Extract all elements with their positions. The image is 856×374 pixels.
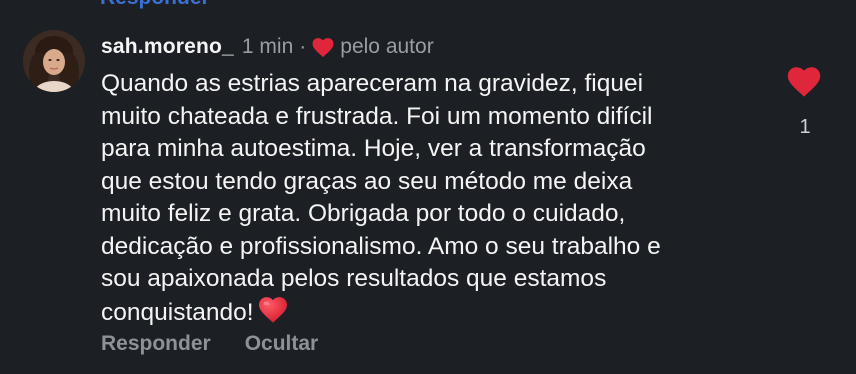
heart-filled-icon[interactable]	[787, 67, 821, 98]
heart-filled-icon	[312, 37, 334, 57]
comment-body: Quando as estrias apareceram na gravidez…	[101, 68, 761, 329]
meta-separator: ·	[299, 35, 307, 58]
reply-button[interactable]: Responder	[101, 332, 211, 356]
username[interactable]: sah.moreno_	[101, 34, 234, 60]
previous-reply-link[interactable]: Responder	[100, 0, 210, 10]
liked-by-author-label: pelo autor	[340, 35, 434, 58]
hide-button[interactable]: Ocultar	[245, 332, 319, 356]
comment-actions: Responder Ocultar	[101, 332, 318, 356]
like-button[interactable]	[787, 67, 821, 103]
like-count: 1	[799, 116, 811, 138]
heart-emoji-icon	[258, 296, 287, 323]
comment-header: sah.moreno_ 1 min · pelo autor	[101, 34, 434, 60]
comment-time: 1 min	[241, 35, 294, 58]
avatar[interactable]	[23, 30, 85, 92]
comment-text: Quando as estrias apareceram na gravidez…	[101, 70, 661, 326]
